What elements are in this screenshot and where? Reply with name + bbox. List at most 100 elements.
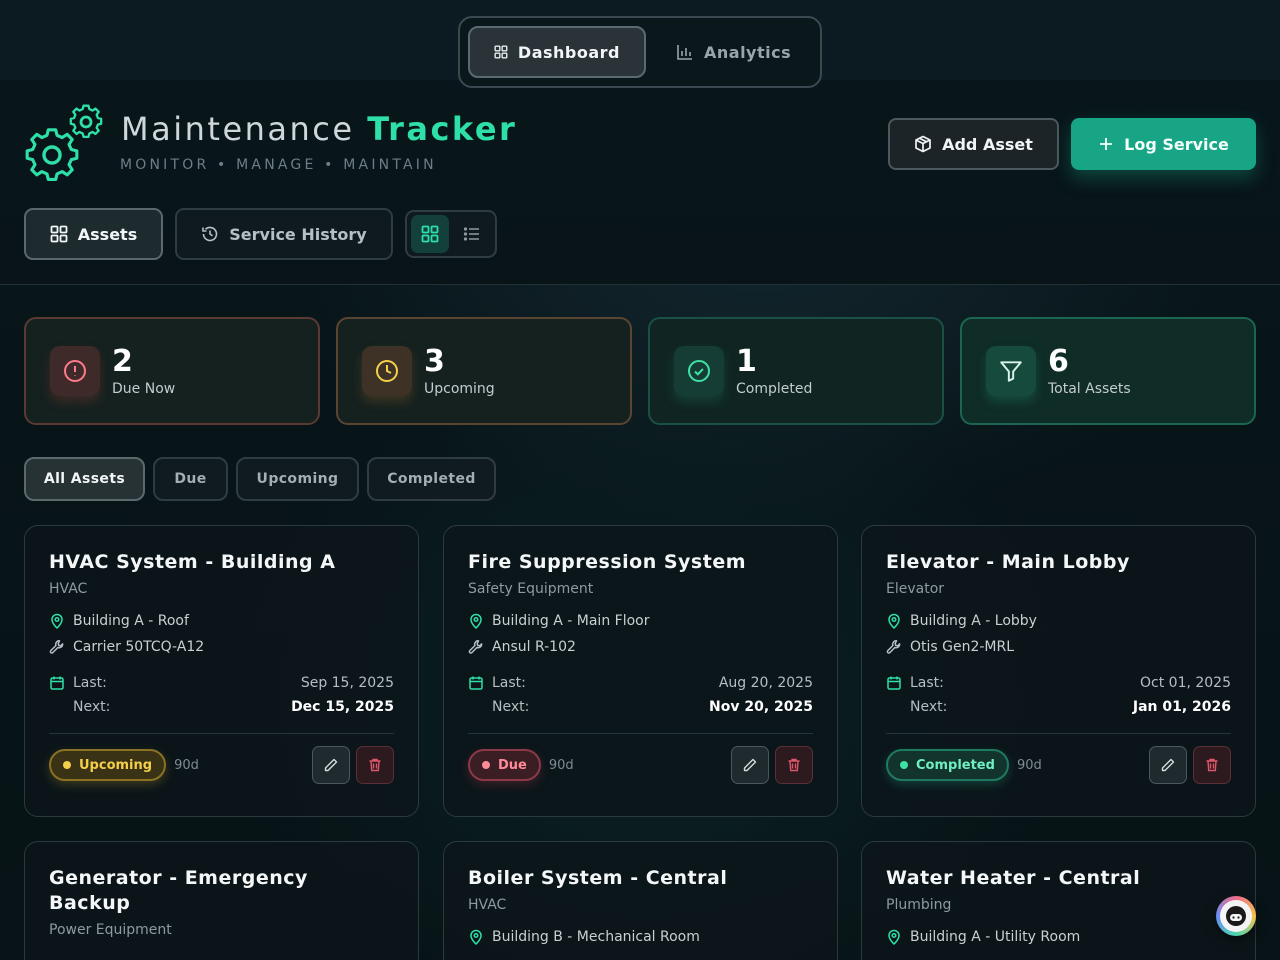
asset-location: Building A - Roof: [49, 613, 394, 629]
trash-icon: [788, 758, 800, 772]
page-subtitle: MONITOR • MANAGE • MAINTAIN: [120, 157, 437, 173]
map-pin-icon: [888, 613, 900, 629]
wrench-icon: [49, 640, 64, 654]
status-badge: Completed: [886, 749, 1009, 781]
filter-completed[interactable]: Completed: [367, 457, 496, 501]
last-date: Aug 20, 2025: [718, 675, 813, 691]
status-text: Completed: [916, 757, 995, 773]
nav-analytics-button[interactable]: Analytics: [652, 26, 815, 78]
asset-category: HVAC: [468, 897, 507, 913]
stat-due-now[interactable]: 2 Due Now: [24, 317, 320, 425]
asset-card[interactable]: Fire Suppression System Safety Equipment…: [443, 525, 838, 817]
stat-total-assets[interactable]: 6 Total Assets: [960, 317, 1256, 425]
box-icon: [915, 135, 931, 153]
asset-card[interactable]: Elevator - Main Lobby Elevator Building …: [861, 525, 1256, 817]
edit-button[interactable]: [1149, 746, 1187, 784]
asset-location: Building A - Main Floor: [468, 613, 813, 629]
filter-icon: [986, 346, 1036, 396]
next-date: Dec 15, 2025: [291, 699, 394, 715]
check-circle-icon: [674, 346, 724, 396]
asset-location: Building A - Utility Room: [886, 929, 1231, 945]
asset-category: Plumbing: [886, 897, 952, 913]
map-pin-icon: [470, 613, 482, 629]
page-title: Maintenance Tracker: [121, 110, 517, 148]
delete-button[interactable]: [356, 746, 394, 784]
edit-button[interactable]: [731, 746, 769, 784]
status-text: Upcoming: [79, 757, 153, 773]
add-asset-button[interactable]: Add Asset: [888, 118, 1059, 170]
asset-card[interactable]: Water Heater - Central Plumbing Building…: [861, 841, 1256, 960]
service-interval: 90d: [548, 757, 574, 773]
asset-location-text: Building B - Mechanical Room: [492, 929, 700, 945]
delete-button[interactable]: [775, 746, 813, 784]
stat-label: Total Assets: [1048, 381, 1131, 397]
filter-due[interactable]: Due: [153, 457, 228, 501]
last-service: Last:: [886, 675, 944, 691]
tab-history-label: Service History: [229, 224, 367, 244]
nav-dashboard-label: Dashboard: [517, 42, 620, 62]
stat-value: 6: [1048, 344, 1069, 379]
last-service: Last:: [468, 675, 526, 691]
pencil-icon: [1161, 758, 1175, 772]
card-footer: Upcoming 90d: [49, 734, 394, 796]
plus-icon: [1100, 138, 1113, 150]
asset-model-text: Otis Gen2-MRL: [910, 639, 1015, 655]
edit-button[interactable]: [312, 746, 350, 784]
wrench-icon: [468, 640, 483, 654]
asset-model: Otis Gen2-MRL: [886, 639, 1231, 655]
asset-location: Building A - Lobby: [886, 613, 1231, 629]
map-pin-icon: [888, 929, 900, 945]
asset-category: HVAC: [49, 581, 88, 597]
asset-name: Fire Suppression System: [468, 551, 747, 573]
title-main: Maintenance: [121, 110, 355, 148]
trash-icon: [369, 758, 381, 772]
status-badge: Due: [468, 749, 541, 781]
list-view-button[interactable]: [453, 215, 491, 253]
asset-model-text: Ansul R-102: [492, 639, 576, 655]
grid-view-button[interactable]: [411, 215, 449, 253]
tab-assets-label: Assets: [77, 224, 138, 244]
tab-assets[interactable]: Assets: [24, 208, 163, 260]
last-date: Oct 01, 2025: [1140, 675, 1231, 691]
pencil-icon: [324, 758, 338, 772]
card-footer: Completed 90d: [886, 734, 1231, 796]
stat-completed[interactable]: 1 Completed: [648, 317, 944, 425]
map-pin-icon: [51, 613, 63, 629]
asset-model: Carrier 50TCQ-A12: [49, 639, 394, 655]
status-badge: Upcoming: [49, 749, 167, 781]
asset-location-text: Building A - Main Floor: [492, 613, 650, 629]
tab-service-history[interactable]: Service History: [175, 208, 393, 260]
service-interval: 90d: [1016, 757, 1042, 773]
last-label: Last:: [73, 675, 107, 691]
stat-value: 1: [736, 344, 757, 379]
wrench-icon: [886, 640, 901, 654]
stat-label: Upcoming: [424, 381, 495, 397]
next-date: Jan 01, 2026: [1132, 699, 1231, 715]
grid-icon: [421, 225, 439, 243]
asset-dates: Last: Oct 01, 2025 Next: Jan 01, 2026: [886, 671, 1231, 719]
last-label: Last:: [910, 675, 944, 691]
asset-card[interactable]: HVAC System - Building A HVAC Building A…: [24, 525, 419, 817]
asset-category: Elevator: [886, 581, 945, 597]
assistant-fab-button[interactable]: [1216, 896, 1256, 936]
asset-name: HVAC System - Building A: [49, 551, 336, 573]
clock-icon: [362, 346, 412, 396]
stat-upcoming[interactable]: 3 Upcoming: [336, 317, 632, 425]
asset-card[interactable]: Generator - Emergency Backup Power Equip…: [24, 841, 419, 960]
nav-dashboard-button[interactable]: Dashboard: [468, 26, 646, 78]
asset-model: Ansul R-102: [468, 639, 813, 655]
status-dot: [900, 761, 908, 769]
top-nav: Dashboard Analytics: [458, 16, 822, 88]
filter-upcoming[interactable]: Upcoming: [236, 457, 359, 501]
next-label: Next:: [73, 699, 111, 715]
delete-button[interactable]: [1193, 746, 1231, 784]
assistant-avatar-icon: [1220, 900, 1252, 932]
gear-logo-icon: [22, 100, 108, 190]
calendar-icon: [469, 676, 483, 690]
filter-all-assets[interactable]: All Assets: [24, 457, 145, 501]
asset-card[interactable]: Boiler System - Central HVAC Building B …: [443, 841, 838, 960]
history-icon: [202, 226, 218, 242]
log-service-button[interactable]: Log Service: [1071, 118, 1256, 170]
asset-model-text: Carrier 50TCQ-A12: [73, 639, 205, 655]
last-service: Last:: [49, 675, 107, 691]
